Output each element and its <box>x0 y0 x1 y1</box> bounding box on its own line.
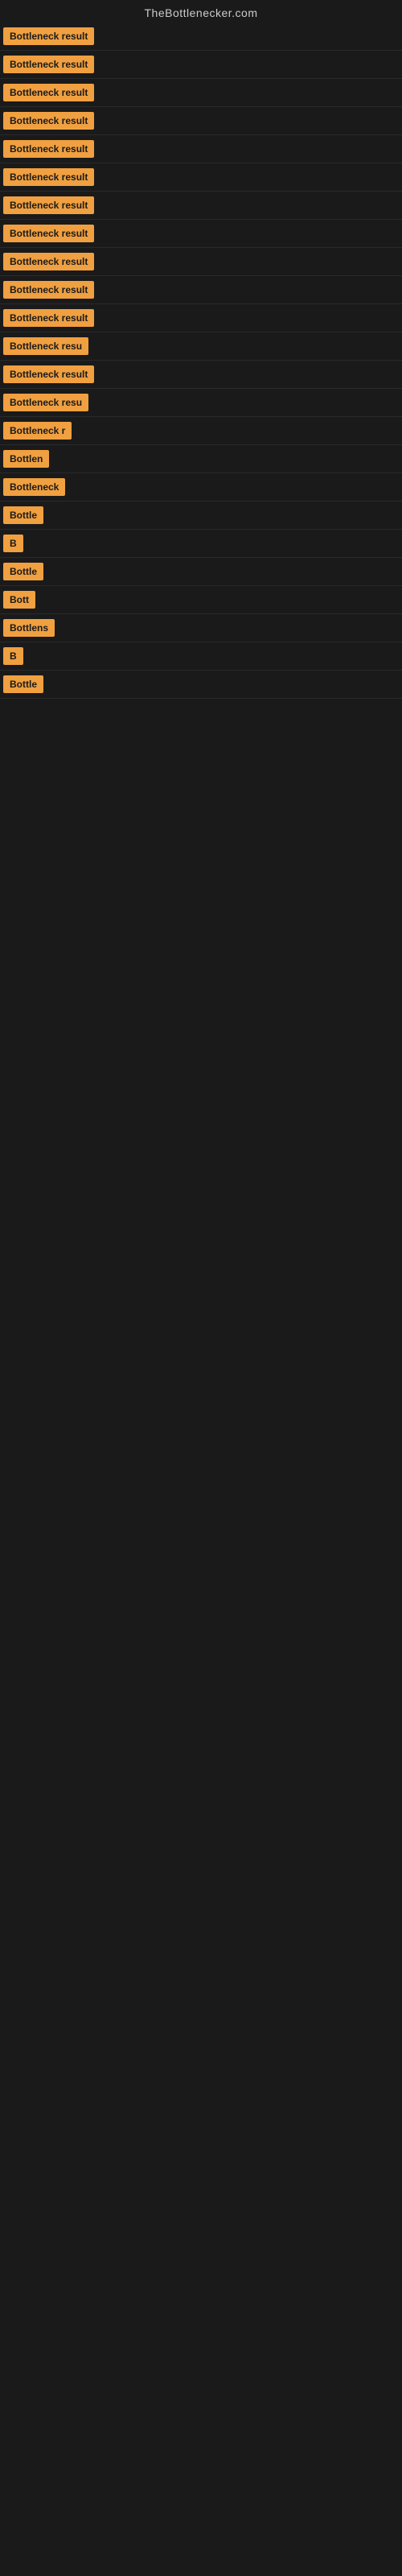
list-item: B <box>0 642 402 671</box>
bottleneck-result-badge[interactable]: Bott <box>3 591 35 609</box>
list-item: Bottleneck result <box>0 361 402 389</box>
bottleneck-result-badge[interactable]: Bottlen <box>3 450 49 468</box>
list-item: Bottleneck result <box>0 248 402 276</box>
list-item: Bottleneck result <box>0 23 402 51</box>
bottleneck-result-badge[interactable]: Bottleneck result <box>3 365 94 383</box>
list-item: Bottlens <box>0 614 402 642</box>
list-item: Bottle <box>0 502 402 530</box>
bottleneck-result-badge[interactable]: Bottleneck result <box>3 56 94 73</box>
list-item: Bottlen <box>0 445 402 473</box>
list-item: Bottleneck <box>0 473 402 502</box>
list-item: Bottleneck r <box>0 417 402 445</box>
bottleneck-result-badge[interactable]: Bottlens <box>3 619 55 637</box>
bottleneck-result-badge[interactable]: Bottle <box>3 675 43 693</box>
bottleneck-result-badge[interactable]: B <box>3 647 23 665</box>
list-item: Bottleneck result <box>0 79 402 107</box>
list-item: B <box>0 530 402 558</box>
list-item: Bottle <box>0 558 402 586</box>
bottleneck-result-badge[interactable]: Bottle <box>3 563 43 580</box>
bottleneck-result-badge[interactable]: Bottle <box>3 506 43 524</box>
list-item: Bottleneck result <box>0 192 402 220</box>
list-item: Bottle <box>0 671 402 699</box>
list-item: Bott <box>0 586 402 614</box>
bottleneck-result-badge[interactable]: Bottleneck result <box>3 112 94 130</box>
list-item: Bottleneck result <box>0 276 402 304</box>
list-item: Bottleneck result <box>0 220 402 248</box>
list-item: Bottleneck result <box>0 163 402 192</box>
bottleneck-result-badge[interactable]: Bottleneck result <box>3 225 94 242</box>
bottleneck-result-badge[interactable]: Bottleneck result <box>3 281 94 299</box>
list-item: Bottleneck result <box>0 51 402 79</box>
bottleneck-result-badge[interactable]: Bottleneck resu <box>3 337 88 355</box>
bottleneck-result-badge[interactable]: Bottleneck result <box>3 168 94 186</box>
list-item: Bottleneck result <box>0 304 402 332</box>
list-item: Bottleneck resu <box>0 332 402 361</box>
site-title: TheBottlenecker.com <box>0 0 402 23</box>
bottleneck-result-badge[interactable]: B <box>3 535 23 552</box>
bottleneck-result-badge[interactable]: Bottleneck r <box>3 422 72 440</box>
bottleneck-result-badge[interactable]: Bottleneck result <box>3 84 94 101</box>
bottleneck-result-badge[interactable]: Bottleneck result <box>3 309 94 327</box>
list-item: Bottleneck result <box>0 135 402 163</box>
bottleneck-result-badge[interactable]: Bottleneck result <box>3 196 94 214</box>
bottleneck-result-badge[interactable]: Bottleneck result <box>3 140 94 158</box>
list-item: Bottleneck result <box>0 107 402 135</box>
bottleneck-result-badge[interactable]: Bottleneck <box>3 478 65 496</box>
list-item: Bottleneck resu <box>0 389 402 417</box>
bottleneck-result-badge[interactable]: Bottleneck result <box>3 27 94 45</box>
bottleneck-result-badge[interactable]: Bottleneck result <box>3 253 94 270</box>
bottleneck-result-badge[interactable]: Bottleneck resu <box>3 394 88 411</box>
